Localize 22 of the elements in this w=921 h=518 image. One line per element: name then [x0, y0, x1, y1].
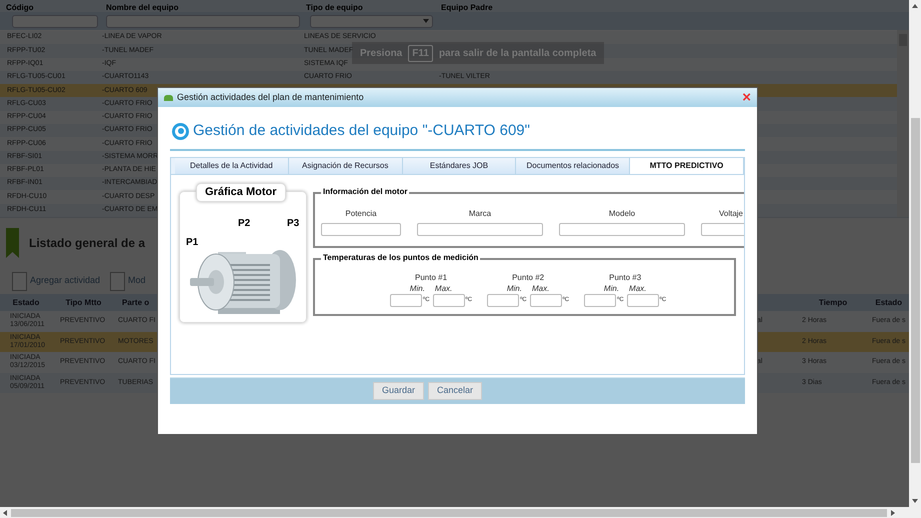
point-label: P3 — [287, 217, 300, 231]
point-label: P2 — [238, 217, 250, 231]
point-label: Punto #2 — [512, 272, 544, 283]
field-label: Min. — [410, 283, 425, 294]
field-label: Min. — [506, 283, 522, 294]
point-label: Punto #1 — [415, 272, 448, 283]
field-label: Potencia — [345, 208, 377, 220]
field-label: Max. — [629, 283, 646, 294]
point-label: Punto #3 — [609, 272, 642, 283]
dialog-heading: Gestión de actividades del equipo "-CUARTO 609" — [193, 120, 530, 141]
fieldset-legend: Información del motor — [321, 187, 410, 197]
field-label: Max. — [532, 283, 550, 294]
field-label: Max. — [434, 283, 452, 294]
dialog-title: Gestión actividades del plan de mantenimiento — [177, 90, 365, 104]
list-title: Listado general de a — [29, 235, 146, 252]
field-label: Min. — [604, 283, 620, 294]
field-label: Modelo — [608, 208, 636, 220]
field-label: Marca — [468, 208, 492, 220]
card-title: Gráfica Motor — [196, 183, 286, 202]
fieldset-legend: Temperaturas de los puntos de medición — [321, 253, 480, 263]
point-label: P1 — [186, 236, 198, 250]
field-label: Voltaje — [718, 208, 744, 220]
